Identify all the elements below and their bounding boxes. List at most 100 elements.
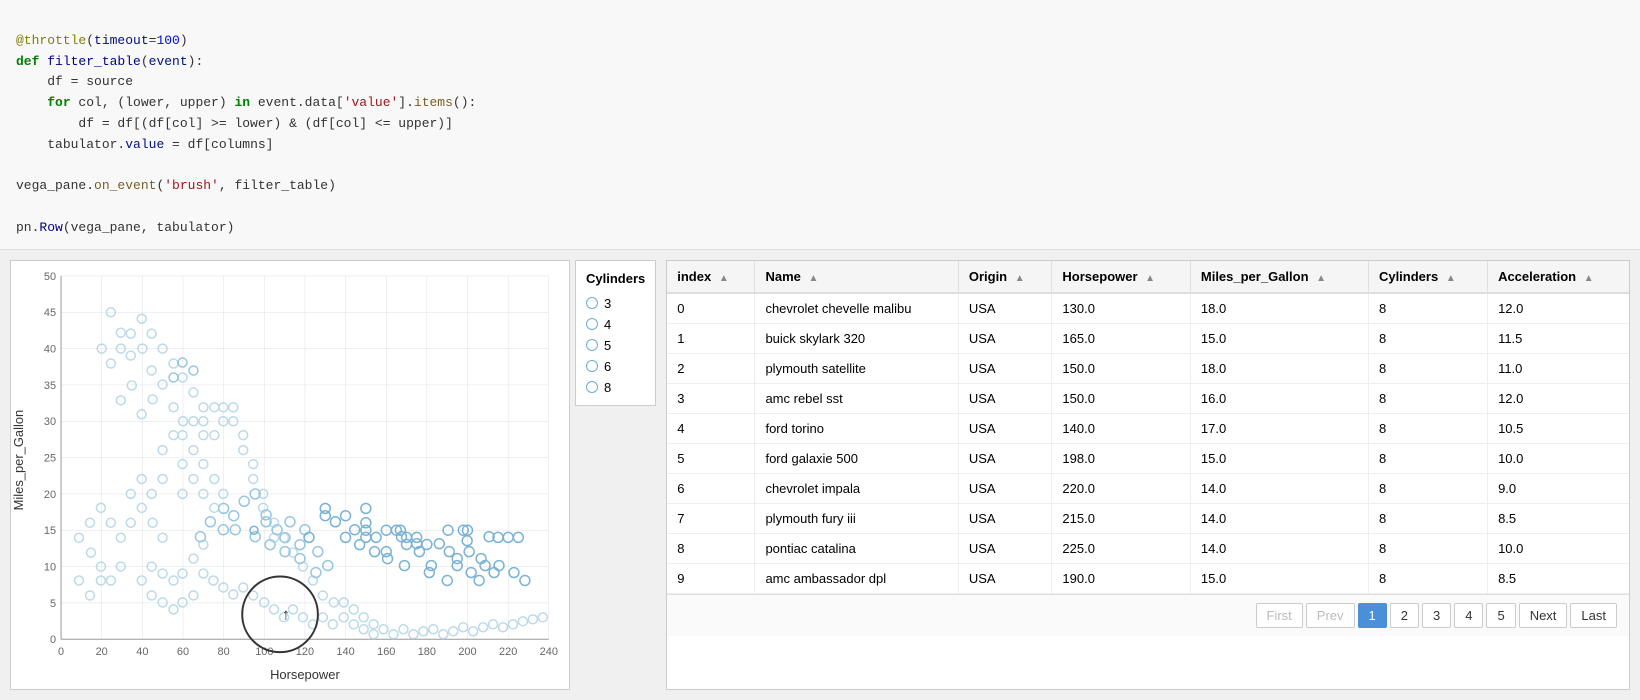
- cell-miles_per_gallon: 16.0: [1190, 383, 1368, 413]
- col-label-horsepower: Horsepower: [1062, 269, 1137, 284]
- table-row: 0chevrolet chevelle malibuUSA130.018.081…: [667, 293, 1629, 324]
- cell-acceleration: 10.5: [1488, 413, 1629, 443]
- legend-title: Cylinders: [586, 271, 645, 286]
- cell-index: 0: [667, 293, 755, 324]
- legend-label-6: 6: [604, 359, 611, 374]
- cell-name: chevrolet impala: [755, 473, 958, 503]
- col-label-index: index: [677, 269, 711, 284]
- col-header-mpg[interactable]: Miles_per_Gallon ▲: [1190, 261, 1368, 293]
- cell-index: 4: [667, 413, 755, 443]
- col-label-cylinders: Cylinders: [1379, 269, 1438, 284]
- svg-text:45: 45: [44, 307, 56, 319]
- table-row: 7plymouth fury iiiUSA215.014.088.5: [667, 503, 1629, 533]
- svg-text:240: 240: [540, 646, 558, 658]
- cell-cylinders: 8: [1368, 293, 1487, 324]
- cell-acceleration: 10.0: [1488, 533, 1629, 563]
- svg-text:5: 5: [50, 598, 56, 610]
- col-header-cylinders[interactable]: Cylinders ▲: [1368, 261, 1487, 293]
- svg-text:200: 200: [458, 646, 476, 658]
- table-row: 8pontiac catalinaUSA225.014.0810.0: [667, 533, 1629, 563]
- cell-miles_per_gallon: 18.0: [1190, 293, 1368, 324]
- prev-page-button[interactable]: Prev: [1306, 603, 1355, 628]
- svg-text:60: 60: [177, 646, 189, 658]
- cell-miles_per_gallon: 17.0: [1190, 413, 1368, 443]
- cell-origin: USA: [958, 473, 1052, 503]
- next-page-button[interactable]: Next: [1519, 603, 1568, 628]
- cell-origin: USA: [958, 323, 1052, 353]
- cell-origin: USA: [958, 293, 1052, 324]
- col-header-name[interactable]: Name ▲: [755, 261, 958, 293]
- cell-horsepower: 215.0: [1052, 503, 1190, 533]
- cell-origin: USA: [958, 503, 1052, 533]
- cell-miles_per_gallon: 15.0: [1190, 563, 1368, 593]
- page-4-button[interactable]: 4: [1454, 603, 1483, 628]
- legend-color-5: [586, 339, 598, 351]
- last-page-button[interactable]: Last: [1570, 603, 1617, 628]
- svg-text:160: 160: [377, 646, 395, 658]
- col-label-acceleration: Acceleration: [1498, 269, 1576, 284]
- cell-name: ford torino: [755, 413, 958, 443]
- sort-icon-acceleration: ▲: [1584, 273, 1594, 284]
- y-axis-label: Miles_per_Gallon: [11, 410, 26, 511]
- cell-index: 3: [667, 383, 755, 413]
- table-row: 1buick skylark 320USA165.015.0811.5: [667, 323, 1629, 353]
- table-header-row: index ▲ Name ▲ Origin ▲ Horsepower ▲: [667, 261, 1629, 293]
- svg-text:40: 40: [44, 343, 56, 355]
- sort-icon-name: ▲: [809, 273, 819, 284]
- cell-acceleration: 9.0: [1488, 473, 1629, 503]
- col-header-acceleration[interactable]: Acceleration ▲: [1488, 261, 1629, 293]
- legend-item-5[interactable]: 5: [586, 338, 645, 353]
- sort-icon-cylinders: ▲: [1446, 273, 1456, 284]
- page-5-button[interactable]: 5: [1486, 603, 1515, 628]
- page-2-button[interactable]: 2: [1390, 603, 1419, 628]
- cell-acceleration: 12.0: [1488, 383, 1629, 413]
- table-row: 4ford torinoUSA140.017.0810.5: [667, 413, 1629, 443]
- cell-index: 6: [667, 473, 755, 503]
- legend-item-4[interactable]: 4: [586, 317, 645, 332]
- cell-index: 9: [667, 563, 755, 593]
- cell-horsepower: 140.0: [1052, 413, 1190, 443]
- cell-name: plymouth fury iii: [755, 503, 958, 533]
- cell-cylinders: 8: [1368, 503, 1487, 533]
- cell-miles_per_gallon: 14.0: [1190, 503, 1368, 533]
- svg-text:0: 0: [58, 646, 64, 658]
- legend-item-6[interactable]: 6: [586, 359, 645, 374]
- table-row: 6chevrolet impalaUSA220.014.089.0: [667, 473, 1629, 503]
- cell-index: 2: [667, 353, 755, 383]
- legend-label-8: 8: [604, 380, 611, 395]
- cell-name: chevrolet chevelle malibu: [755, 293, 958, 324]
- cell-acceleration: 10.0: [1488, 443, 1629, 473]
- cell-name: pontiac catalina: [755, 533, 958, 563]
- cell-miles_per_gallon: 14.0: [1190, 473, 1368, 503]
- cell-index: 1: [667, 323, 755, 353]
- svg-text:10: 10: [44, 561, 56, 573]
- cell-acceleration: 11.0: [1488, 353, 1629, 383]
- svg-text:35: 35: [44, 380, 56, 392]
- legend-item-8[interactable]: 8: [586, 380, 645, 395]
- page-3-button[interactable]: 3: [1422, 603, 1451, 628]
- page-1-button[interactable]: 1: [1358, 603, 1387, 628]
- cell-origin: USA: [958, 563, 1052, 593]
- cell-origin: USA: [958, 353, 1052, 383]
- svg-text:50: 50: [44, 271, 56, 283]
- cell-horsepower: 130.0: [1052, 293, 1190, 324]
- code-block: @throttle(timeout=100) def filter_table(…: [0, 0, 1640, 250]
- cell-index: 8: [667, 533, 755, 563]
- col-header-horsepower[interactable]: Horsepower ▲: [1052, 261, 1190, 293]
- legend-label-3: 3: [604, 296, 611, 311]
- legend-label-5: 5: [604, 338, 611, 353]
- cell-name: ford galaxie 500: [755, 443, 958, 473]
- cell-name: amc ambassador dpl: [755, 563, 958, 593]
- sort-icon-horsepower: ▲: [1145, 273, 1155, 284]
- col-header-index[interactable]: index ▲: [667, 261, 755, 293]
- cell-miles_per_gallon: 15.0: [1190, 443, 1368, 473]
- cell-cylinders: 8: [1368, 563, 1487, 593]
- col-header-origin[interactable]: Origin ▲: [958, 261, 1052, 293]
- cell-horsepower: 190.0: [1052, 563, 1190, 593]
- legend-item-3[interactable]: 3: [586, 296, 645, 311]
- svg-text:↑: ↑: [282, 606, 290, 623]
- first-page-button[interactable]: First: [1256, 603, 1303, 628]
- sort-icon-origin: ▲: [1015, 273, 1025, 284]
- cell-name: plymouth satellite: [755, 353, 958, 383]
- cell-cylinders: 8: [1368, 353, 1487, 383]
